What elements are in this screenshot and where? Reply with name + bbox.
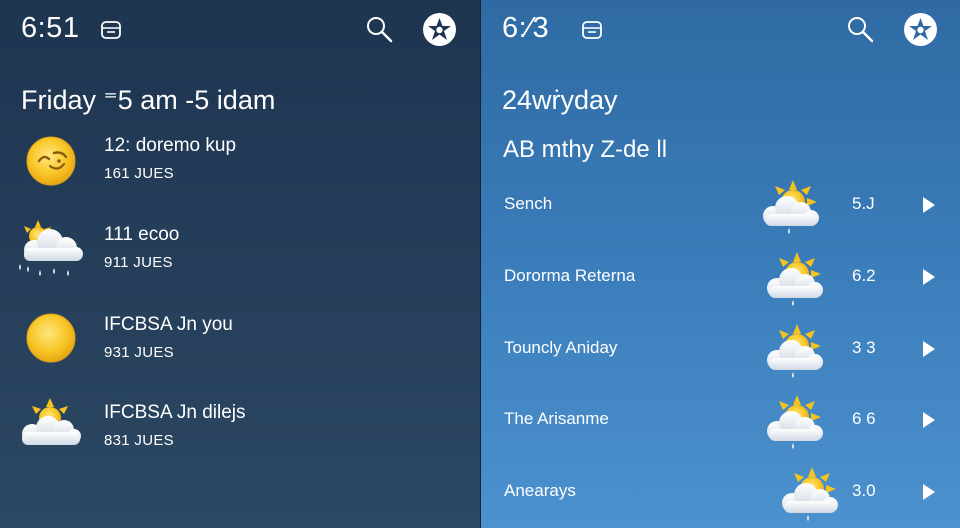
sun-face-icon [26, 136, 76, 186]
row-label: Dororma Reterna [504, 266, 636, 285]
rain-cloud-sun-icon [19, 220, 83, 276]
chevron-right-icon[interactable] [922, 340, 936, 358]
profile-badge-icon[interactable] [904, 13, 937, 46]
daily-row[interactable]: Dororma Reterna 6.2 [481, 250, 960, 306]
calendar-icon [101, 21, 121, 39]
chevron-right-icon[interactable] [922, 196, 936, 214]
page-title: Friday ⁼5 am -5 idam [21, 85, 276, 115]
forecast-title: 111 ecoo [104, 224, 180, 245]
daily-row[interactable]: Touncly Aniday 3 3 [481, 322, 960, 378]
profile-badge-icon[interactable] [423, 13, 456, 46]
page-title: 24wṙyday [502, 85, 618, 115]
partly-cloudy-rain-icon [749, 178, 831, 236]
status-time: 6:51 [21, 12, 80, 44]
partly-cloudy-rain-icon [768, 465, 850, 523]
forecast-title: IFCBSA Jn dilejs [104, 402, 246, 423]
forecast-item[interactable]: 111 ecoo 911 JUES [0, 220, 480, 300]
daily-row[interactable]: The Arisanme 6 6 [481, 393, 960, 449]
row-label: Anearays [504, 481, 576, 500]
row-value: 6.2 [852, 266, 876, 285]
partly-cloudy-rain-icon [753, 322, 835, 380]
partly-cloudy-rain-icon [753, 393, 835, 451]
forecast-subtitle: 831 JUES [104, 432, 174, 449]
chevron-right-icon[interactable] [922, 411, 936, 429]
forecast-title: 12: doremo kup [104, 135, 237, 156]
daily-row[interactable]: Anearays 3.0 [481, 465, 960, 521]
search-icon[interactable] [364, 14, 394, 44]
partly-cloudy-rain-icon [753, 250, 835, 308]
partly-cloudy-icon [22, 398, 81, 445]
daily-row[interactable]: Sench 5.J [481, 178, 960, 234]
row-label: Touncly Aniday [504, 338, 618, 357]
forecast-item[interactable]: IFCBSA Jn you 931 JUES [0, 310, 480, 390]
calendar-icon [582, 21, 602, 39]
row-label: The Arisanme [504, 409, 609, 428]
forecast-title: IFCBSA Jn you [104, 314, 233, 335]
forecast-subtitle: 161 JUES [104, 165, 174, 182]
row-value: 3 3 [852, 338, 876, 357]
row-value: 6 6 [852, 409, 876, 428]
search-icon[interactable] [845, 14, 875, 44]
chevron-right-icon[interactable] [922, 268, 936, 286]
row-value: 5.J [852, 194, 875, 213]
status-time: 6:⁄3 [502, 12, 550, 44]
sun-icon [26, 313, 76, 363]
forecast-subtitle: 911 JUES [104, 254, 173, 271]
page-subtitle: AB mthy Z-de ll [503, 136, 668, 163]
forecast-subtitle: 931 JUES [104, 344, 174, 361]
right-panel: 6:⁄3 24wṙyday AB mthy Z-de ll Sench 5.J … [481, 0, 960, 528]
left-panel: 6:51 Friday ⁼5 am -5 idam 12: doremo kup… [0, 0, 480, 528]
chevron-right-icon[interactable] [922, 483, 936, 501]
row-value: 3.0 [852, 481, 876, 500]
row-label: Sench [504, 194, 553, 213]
forecast-item[interactable]: 12: doremo kup 161 JUES [0, 131, 480, 211]
forecast-item[interactable]: IFCBSA Jn dilejs 831 JUES [0, 398, 480, 478]
